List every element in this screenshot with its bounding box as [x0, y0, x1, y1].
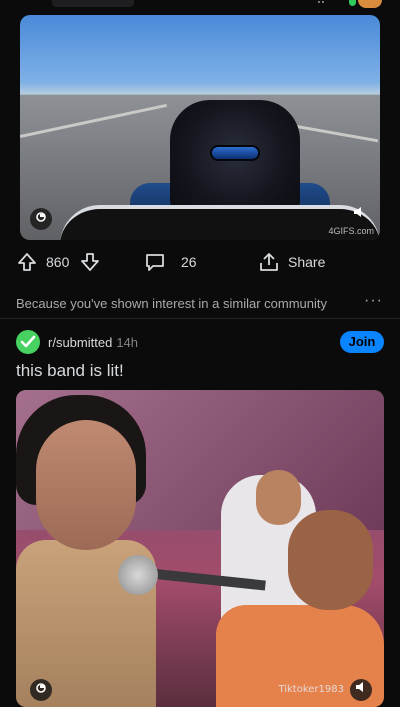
top-dots	[318, 0, 324, 3]
microphone	[118, 555, 158, 595]
person-head	[256, 470, 301, 525]
share-label: Share	[288, 254, 326, 270]
top-tab-pill[interactable]	[52, 0, 134, 7]
checkmark-icon	[20, 335, 36, 348]
comment-icon	[146, 254, 164, 271]
media-watermark: 4GIFS.com	[328, 226, 374, 236]
mute-icon[interactable]	[350, 679, 372, 701]
woman-face	[36, 420, 136, 550]
mute-icon[interactable]	[348, 204, 370, 226]
post-media-video[interactable]: Tiktoker1983	[16, 390, 384, 707]
upvote-icon	[18, 253, 36, 271]
share-button[interactable]: Share	[258, 249, 325, 275]
comment-button[interactable]	[144, 249, 166, 275]
gif-badge-icon[interactable]	[30, 679, 52, 701]
downvote-icon	[81, 253, 99, 271]
vote-count: 860	[46, 254, 70, 270]
comment-count: 26	[181, 254, 197, 270]
post-action-bar: 860 26 Share	[16, 249, 384, 275]
post-title[interactable]: this band is lit!	[16, 361, 124, 381]
top-bar	[0, 0, 400, 12]
post-media-video[interactable]: 4GIFS.com	[20, 15, 380, 240]
singer-head	[288, 510, 373, 610]
post-age: 14h	[116, 334, 139, 350]
subreddit-avatar[interactable]	[16, 330, 40, 354]
downvote-button[interactable]	[79, 249, 101, 275]
user-avatar[interactable]	[358, 0, 382, 8]
join-button[interactable]: Join	[340, 331, 384, 353]
share-icon	[260, 253, 278, 271]
gif-badge-icon[interactable]	[30, 208, 52, 230]
recommendation-reason: Because you've shown interest in a simil…	[16, 296, 328, 311]
pilot-goggles	[210, 145, 260, 161]
media-watermark: Tiktoker1983	[278, 684, 344, 695]
post-header: r/submitted 14h	[16, 330, 138, 354]
subreddit-name[interactable]: r/submitted	[48, 335, 112, 350]
divider	[0, 318, 400, 319]
online-status-dot	[349, 0, 356, 6]
more-options-button[interactable]: ···	[364, 292, 383, 310]
upvote-button[interactable]	[16, 249, 38, 275]
